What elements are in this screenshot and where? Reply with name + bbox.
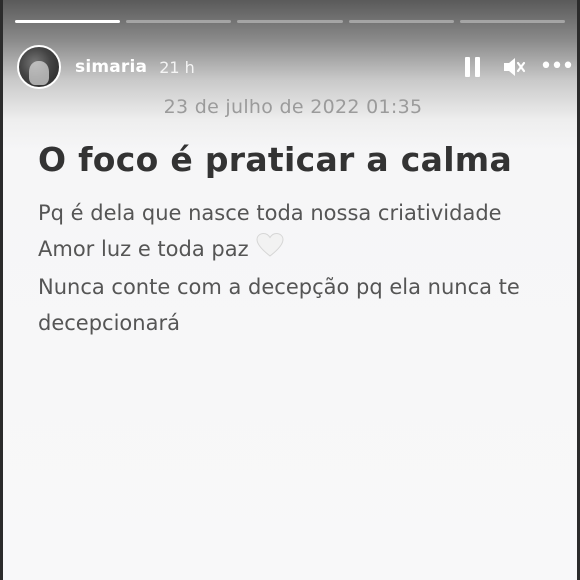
pause-button[interactable] bbox=[459, 54, 485, 80]
progress-segment bbox=[126, 20, 232, 23]
speaker-muted-icon bbox=[504, 58, 526, 76]
more-options-button[interactable]: ••• bbox=[540, 54, 575, 80]
avatar[interactable] bbox=[17, 45, 61, 89]
username[interactable]: simaria bbox=[75, 57, 147, 77]
story-line: Pq é dela que nasce toda nossa criativid… bbox=[38, 201, 502, 225]
progress-segment bbox=[348, 20, 454, 23]
pause-icon bbox=[464, 57, 480, 77]
story-title: O foco é praticar a calma bbox=[38, 140, 513, 179]
post-time: 21 h bbox=[159, 57, 195, 77]
story-header: simaria 21 h ••• bbox=[17, 44, 575, 90]
story-line-text: Amor luz e toda paz bbox=[38, 237, 249, 261]
white-heart-icon bbox=[255, 232, 285, 269]
story-line: decepcionará bbox=[38, 310, 180, 335]
story-controls: ••• bbox=[459, 54, 575, 80]
mute-button[interactable] bbox=[501, 54, 527, 80]
progress-segment bbox=[237, 20, 343, 23]
story-text-content: O foco é praticar a calma Pq é dela que … bbox=[38, 140, 557, 341]
progress-segment bbox=[15, 20, 121, 23]
story-progress-bar bbox=[15, 20, 566, 24]
progress-segment bbox=[459, 20, 566, 23]
story-line: Amor luz e toda paz bbox=[38, 231, 557, 269]
more-dots-icon: ••• bbox=[539, 54, 575, 79]
story-datestamp: 23 de julho de 2022 01:35 bbox=[163, 96, 423, 118]
story-viewer: simaria 21 h ••• 23 de julho de 2022 01:… bbox=[0, 0, 580, 580]
story-line: Nunca conte com a decepção pq ela nunca … bbox=[38, 274, 520, 299]
